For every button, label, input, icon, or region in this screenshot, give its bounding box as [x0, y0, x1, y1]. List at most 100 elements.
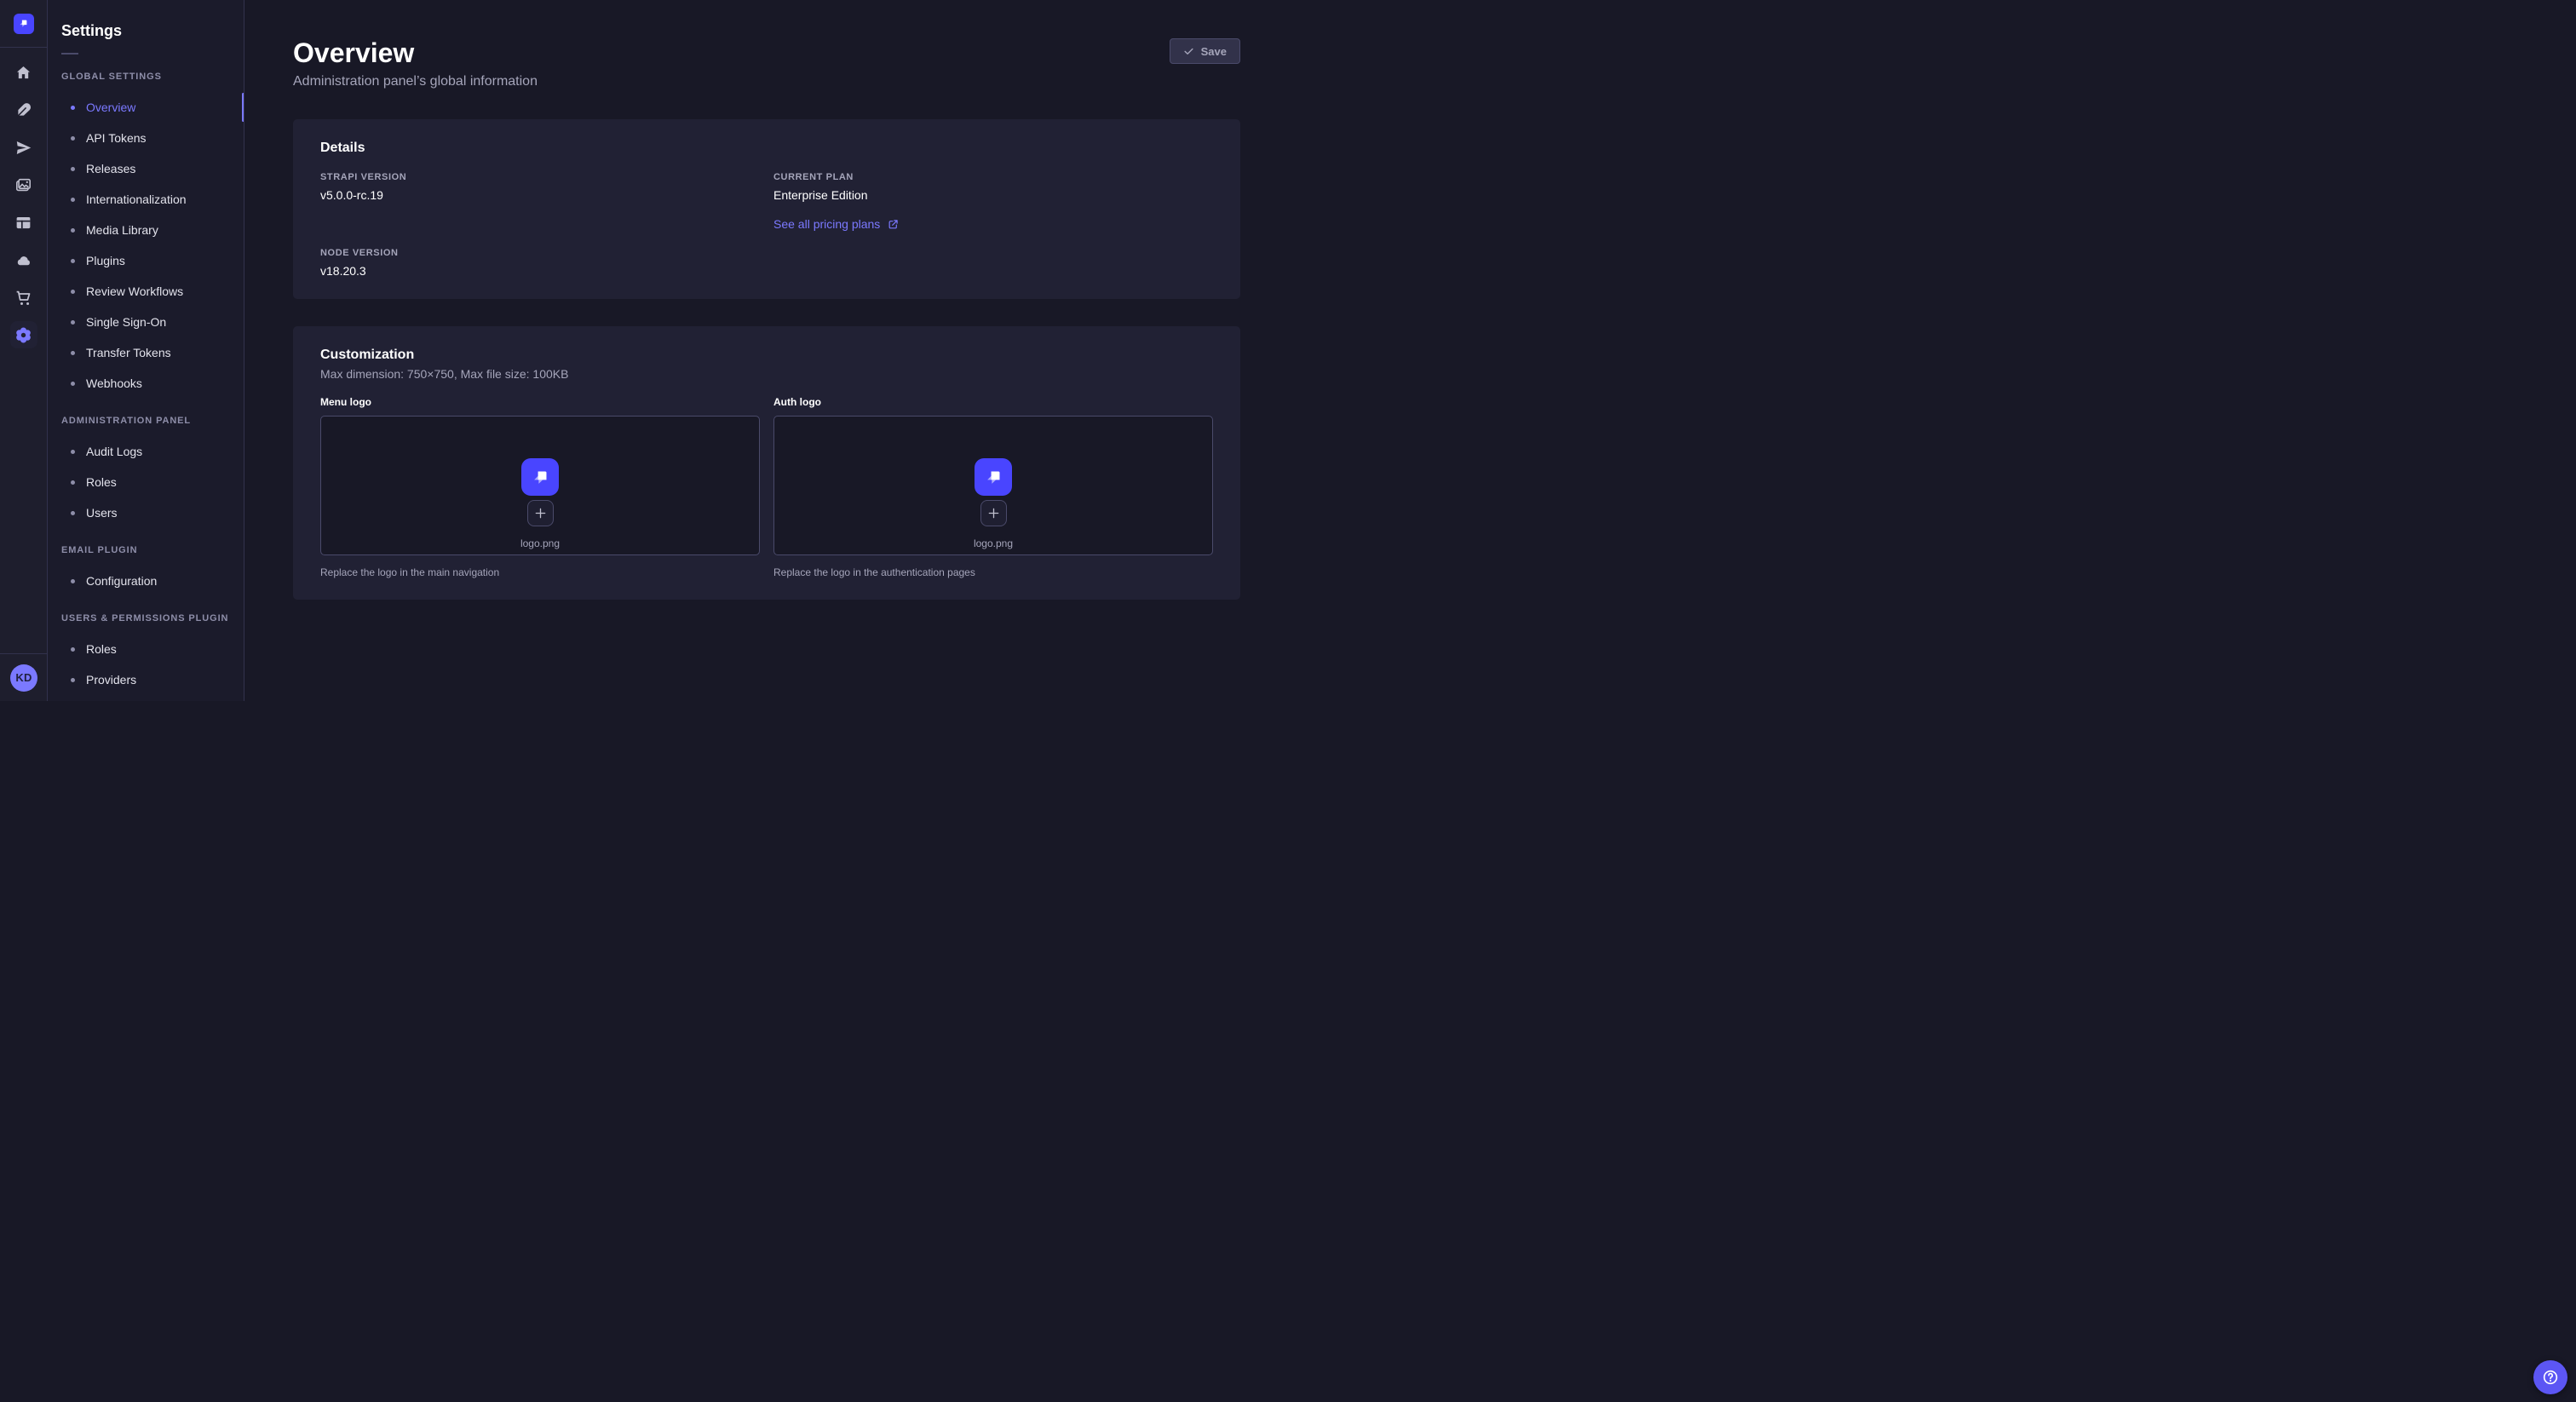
customization-card-title: Customization — [320, 347, 1213, 364]
feather-icon — [14, 101, 32, 119]
deploy-nav-button[interactable] — [10, 134, 37, 161]
settings-nav-button[interactable] — [10, 321, 37, 348]
subnav-item-label: Releases — [86, 162, 135, 175]
users-permissions-list: Roles Providers — [48, 634, 244, 695]
rail-icon-list — [10, 48, 37, 348]
bullet-icon — [71, 351, 75, 355]
subnav-item-label: Single Sign-On — [86, 315, 166, 329]
bullet-icon — [71, 678, 75, 682]
email-plugin-list: Configuration — [48, 566, 244, 596]
section-users-permissions-plugin: USERS & PERMISSIONS PLUGIN — [48, 612, 244, 625]
node-version-label: NODE VERSION — [320, 248, 760, 259]
menu-logo-label: Menu logo — [320, 396, 760, 409]
subnav-item-label: API Tokens — [86, 131, 147, 145]
strapi-mark-icon — [982, 466, 1005, 489]
media-library-nav-button[interactable] — [10, 171, 37, 198]
section-administration-panel: ADMINISTRATION PANEL — [48, 414, 244, 428]
subnav-item-up-roles[interactable]: Roles — [48, 634, 244, 664]
details-right-column: CURRENT PLAN Enterprise Edition See all … — [773, 172, 1213, 279]
bullet-icon — [71, 167, 75, 171]
subnav-item-audit-logs[interactable]: Audit Logs — [48, 436, 244, 467]
subnav-item-transfer-tokens[interactable]: Transfer Tokens — [48, 337, 244, 368]
subnav-item-label: Webhooks — [86, 376, 142, 390]
save-button-label: Save — [1201, 45, 1227, 58]
user-avatar[interactable]: KD — [10, 664, 37, 692]
strapi-version-field: STRAPI VERSION v5.0.0-rc.19 — [320, 172, 760, 203]
current-plan-field: CURRENT PLAN Enterprise Edition — [773, 172, 1213, 203]
subnav-item-label: Transfer Tokens — [86, 346, 171, 359]
menu-logo-add-button[interactable] — [527, 500, 554, 526]
layout-panel-icon — [14, 214, 32, 232]
workspace-logo-block — [0, 0, 48, 48]
details-left-column: STRAPI VERSION v5.0.0-rc.19 NODE VERSION… — [320, 172, 760, 279]
home-icon — [14, 64, 32, 82]
bullet-icon — [71, 320, 75, 325]
details-card: Details STRAPI VERSION v5.0.0-rc.19 NODE… — [293, 119, 1240, 299]
menu-logo-filename: logo.png — [520, 537, 560, 549]
section-email-plugin: EMAIL PLUGIN — [48, 543, 244, 557]
bullet-icon — [71, 647, 75, 652]
settings-gear-icon — [14, 326, 32, 344]
marketplace-nav-button[interactable] — [10, 284, 37, 311]
help-button[interactable] — [2533, 1360, 2567, 1394]
page-title: Overview — [293, 36, 538, 70]
subnav-item-plugins[interactable]: Plugins — [48, 245, 244, 276]
subnav-item-email-configuration[interactable]: Configuration — [48, 566, 244, 596]
subnav-item-admin-users[interactable]: Users — [48, 497, 244, 528]
home-nav-button[interactable] — [10, 59, 37, 86]
details-fields-grid: STRAPI VERSION v5.0.0-rc.19 NODE VERSION… — [320, 172, 1213, 279]
subnav-item-up-providers[interactable]: Providers — [48, 664, 244, 695]
subnav-item-releases[interactable]: Releases — [48, 153, 244, 184]
paper-plane-icon — [14, 139, 32, 157]
subnav-item-label: Users — [86, 506, 118, 520]
strapi-version-label: STRAPI VERSION — [320, 172, 760, 183]
section-global-settings: GLOBAL SETTINGS — [48, 70, 244, 83]
menu-logo-helper: Replace the logo in the main navigation — [320, 566, 760, 579]
rail-footer: KD — [0, 653, 48, 701]
subnav-item-media-library[interactable]: Media Library — [48, 215, 244, 245]
content-type-builder-nav-button[interactable] — [10, 96, 37, 124]
save-button[interactable]: Save — [1170, 38, 1240, 64]
auth-logo-upload-box[interactable]: logo.png — [773, 416, 1213, 555]
auth-logo-filename: logo.png — [974, 537, 1013, 549]
subnav-item-admin-roles[interactable]: Roles — [48, 467, 244, 497]
bullet-icon — [71, 382, 75, 386]
subnav-item-webhooks[interactable]: Webhooks — [48, 368, 244, 399]
pictures-icon — [14, 176, 32, 194]
administration-panel-list: Audit Logs Roles Users — [48, 436, 244, 528]
subnav-title: Settings — [48, 20, 244, 41]
current-plan-value: Enterprise Edition — [773, 187, 1213, 203]
subnav-item-overview[interactable]: Overview — [48, 92, 244, 123]
subnav-item-label: Internationalization — [86, 192, 187, 206]
bullet-icon — [71, 450, 75, 454]
main-nav-rail: KD — [0, 0, 48, 701]
strapi-logo-icon[interactable] — [14, 14, 34, 34]
current-plan-label: CURRENT PLAN — [773, 172, 1213, 183]
page-subtitle: Administration panel’s global informatio… — [293, 72, 538, 92]
subnav-item-label: Review Workflows — [86, 284, 183, 298]
auth-logo-preview — [975, 458, 1012, 496]
subnav-item-internationalization[interactable]: Internationalization — [48, 184, 244, 215]
cloud-nav-button[interactable] — [10, 246, 37, 273]
strapi-mark-icon — [529, 466, 552, 489]
content-manager-nav-button[interactable] — [10, 209, 37, 236]
menu-logo-upload-box[interactable]: logo.png — [320, 416, 760, 555]
bullet-icon — [71, 136, 75, 141]
subnav-item-label: Providers — [86, 673, 136, 687]
strapi-version-value: v5.0.0-rc.19 — [320, 187, 760, 203]
subnav-item-single-sign-on[interactable]: Single Sign-On — [48, 307, 244, 337]
auth-logo-label: Auth logo — [773, 396, 1213, 409]
customization-subtitle: Max dimension: 750×750, Max file size: 1… — [320, 365, 1213, 382]
bullet-icon — [71, 579, 75, 583]
auth-logo-add-button[interactable] — [980, 500, 1007, 526]
pricing-plans-link[interactable]: See all pricing plans — [773, 216, 899, 232]
shopping-cart-icon — [14, 289, 32, 307]
node-version-field: NODE VERSION v18.20.3 — [320, 248, 760, 279]
cloud-icon — [14, 251, 32, 269]
subnav-item-review-workflows[interactable]: Review Workflows — [48, 276, 244, 307]
subnav-item-label: Media Library — [86, 223, 158, 237]
subnav-item-label: Roles — [86, 475, 117, 489]
main-content: Overview Administration panel’s global i… — [244, 0, 1288, 701]
bullet-icon — [71, 198, 75, 202]
subnav-item-api-tokens[interactable]: API Tokens — [48, 123, 244, 153]
